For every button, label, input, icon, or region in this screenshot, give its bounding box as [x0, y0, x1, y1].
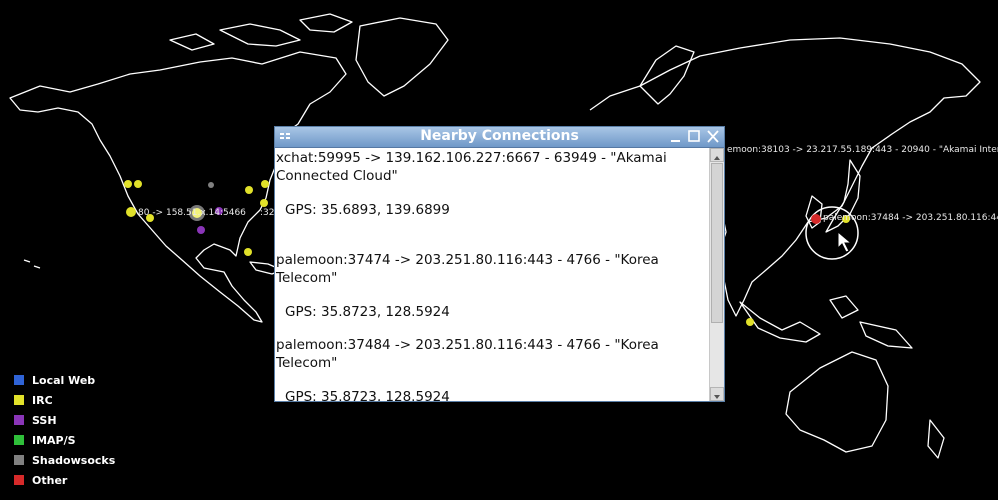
legend-label: Other [32, 473, 68, 487]
scandinavia-outline [639, 45, 695, 105]
list-item: palemoon:37474 -> 203.251.80.116:443 - 4… [276, 251, 706, 321]
legend-swatch [14, 375, 24, 385]
legend-swatch [14, 415, 24, 425]
legend-label: IRC [32, 393, 53, 407]
australia-outline [785, 351, 889, 453]
legend-item: Other [14, 470, 115, 490]
connection-text: palemoon:37474 -> 203.251.80.116:443 - 4… [276, 252, 659, 286]
legend: Local Web IRC SSH IMAP/S Shadowsocks Other [14, 370, 115, 490]
legend-swatch [14, 455, 24, 465]
scrollbar-thumb[interactable] [711, 163, 723, 323]
legend-label: Local Web [32, 373, 96, 387]
list-item: palemoon:37484 -> 203.251.80.116:443 - 4… [276, 336, 706, 401]
southeast-asia-outline [739, 295, 913, 349]
gps-text: GPS: 35.8723, 128.5924 [285, 389, 450, 401]
scroll-up-button[interactable] [710, 148, 724, 162]
connection-text: xchat:59995 -> 139.162.106.227:6667 - 63… [276, 150, 667, 184]
new-zealand-outline [927, 419, 945, 459]
nearby-connections-window[interactable]: Nearby Connections xchat:59995 -> 139.16… [274, 126, 725, 402]
window-titlebar[interactable]: Nearby Connections [275, 127, 724, 148]
scroll-down-button[interactable] [710, 387, 724, 401]
minimize-button[interactable] [669, 129, 683, 144]
irc-marker[interactable] [245, 186, 253, 194]
japan-connection-label: palemoon:37484 -> 203.251.80.116:443 - [823, 213, 998, 223]
other-marker[interactable] [811, 214, 821, 224]
ssh-marker[interactable] [197, 226, 205, 234]
minimize-icon [671, 140, 680, 142]
us-connection-label: 80 -> 158.51.x.14:5466 [138, 208, 246, 218]
legend-label: Shadowsocks [32, 453, 116, 467]
legend-label: SSH [32, 413, 57, 427]
shadowsocks-marker[interactable] [208, 182, 214, 188]
irc-marker[interactable] [134, 180, 142, 188]
hawaii-outline [23, 259, 41, 269]
irc-marker[interactable] [260, 199, 268, 207]
legend-swatch [14, 475, 24, 485]
gps-text: GPS: 35.6893, 139.6899 [285, 202, 450, 218]
window-title: Nearby Connections [420, 128, 579, 144]
maximize-button[interactable] [687, 129, 701, 144]
connection-text: palemoon:37484 -> 203.251.80.116:443 - 4… [276, 337, 659, 371]
irc-marker[interactable] [244, 248, 252, 256]
legend-label: IMAP/S [32, 433, 76, 447]
legend-item: IMAP/S [14, 430, 115, 450]
legend-item: SSH [14, 410, 115, 430]
close-button[interactable] [706, 129, 720, 144]
greenland-outline [355, 17, 449, 97]
list-item: xchat:59995 -> 139.162.106.227:6667 - 63… [276, 149, 706, 219]
arctic-islands-outline [169, 13, 353, 51]
gps-text: GPS: 35.8723, 128.5924 [285, 304, 450, 320]
irc-marker[interactable] [746, 318, 754, 326]
legend-swatch [14, 435, 24, 445]
maximize-icon [688, 130, 700, 142]
irc-marker[interactable] [126, 207, 136, 217]
irc-marker[interactable] [261, 180, 269, 188]
irc-marker[interactable] [124, 180, 132, 188]
legend-swatch [14, 395, 24, 405]
connections-list[interactable]: xchat:59995 -> 139.162.106.227:6667 - 63… [275, 148, 708, 401]
vertical-scrollbar[interactable] [709, 148, 724, 401]
close-icon [707, 130, 719, 143]
arrow-down-icon [714, 395, 720, 399]
akamai-connection-label: emoon:38103 -> 23.217.55.189:443 - 20940… [727, 145, 998, 155]
mouse-pointer-icon [837, 230, 853, 253]
legend-item: Local Web [14, 370, 115, 390]
legend-item: IRC [14, 390, 115, 410]
legend-item: Shadowsocks [14, 450, 115, 470]
